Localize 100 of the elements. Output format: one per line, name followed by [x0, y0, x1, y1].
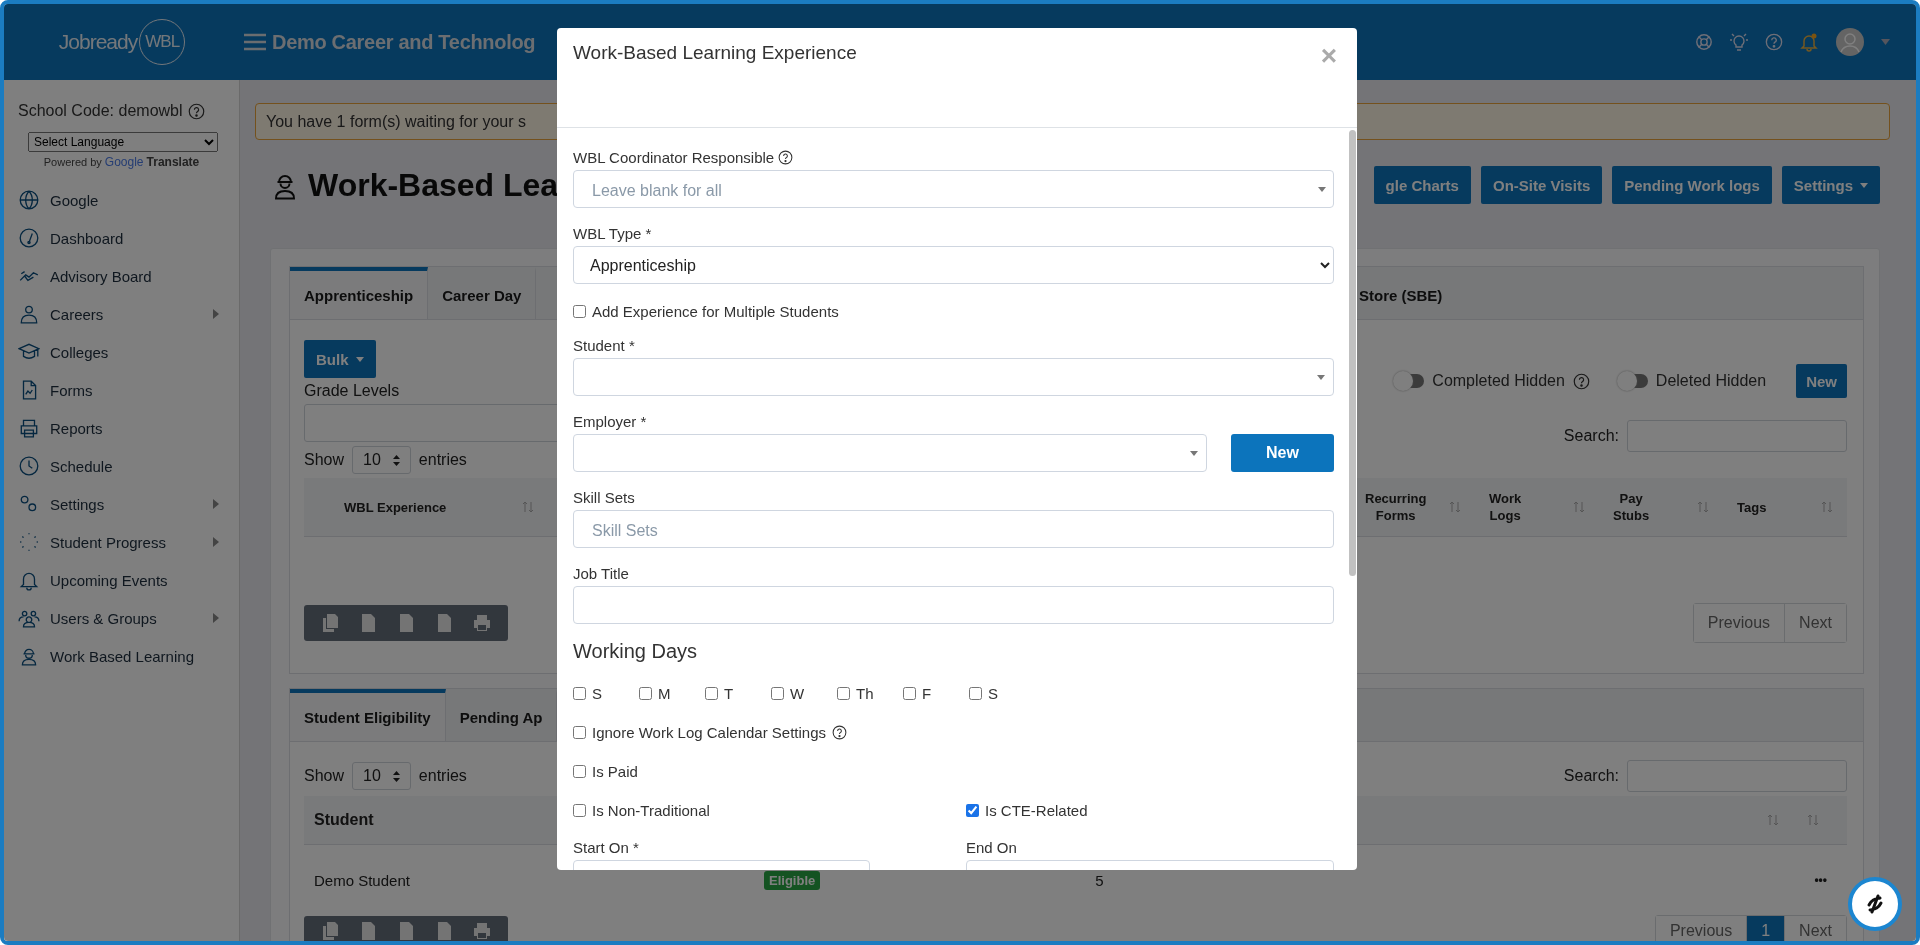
column-header[interactable]: Pay Stubs: [1613, 490, 1650, 524]
sidebar-item[interactable]: Advisory Board: [18, 257, 225, 295]
sidebar-item[interactable]: Upcoming Events: [18, 561, 225, 599]
action-button[interactable]: Pending Work logs: [1612, 166, 1772, 204]
sort-caret-icon: [392, 454, 400, 466]
checkbox[interactable]: [966, 804, 979, 817]
field-label: WBL Coordinator Responsible: [573, 149, 775, 166]
pdf-file-icon[interactable]: [436, 614, 452, 632]
checkbox[interactable]: [705, 687, 718, 700]
sort-icon[interactable]: [1821, 501, 1833, 513]
sidebar-item[interactable]: Users & Groups: [18, 599, 225, 637]
column-header[interactable]: Recurring Forms: [1365, 490, 1427, 524]
checkbox[interactable]: [903, 687, 916, 700]
bell-icon[interactable]: [1799, 32, 1819, 52]
page-size-select[interactable]: 10: [352, 762, 411, 790]
sidebar-item[interactable]: Colleges: [18, 333, 225, 371]
coordinator-select[interactable]: Leave blank for all: [573, 170, 1334, 208]
toggle-label: Completed Hidden: [1432, 372, 1565, 390]
close-button[interactable]: ×: [1320, 42, 1337, 70]
new-employer-button[interactable]: New: [1231, 434, 1334, 472]
toggle-switch[interactable]: [1396, 374, 1425, 388]
print-icon[interactable]: [474, 922, 490, 940]
copy-icon[interactable]: [322, 922, 338, 940]
column-header[interactable]: Student: [304, 811, 374, 829]
checkbox[interactable]: [771, 687, 784, 700]
sort-icon[interactable]: [1807, 814, 1819, 826]
sidebar-item[interactable]: Settings: [18, 485, 225, 523]
sidebar-item[interactable]: Careers: [18, 295, 225, 333]
checkbox[interactable]: [573, 305, 586, 318]
sidebar-item[interactable]: Dashboard: [18, 219, 225, 257]
caret-icon: [1317, 374, 1325, 380]
sidebar-item[interactable]: Google: [18, 181, 225, 219]
action-button[interactable]: On-Site Visits: [1480, 166, 1603, 204]
checkbox[interactable]: [969, 687, 982, 700]
column-header[interactable]: Tags: [1737, 498, 1767, 516]
checkbox[interactable]: [639, 687, 652, 700]
sort-icon[interactable]: [1449, 501, 1461, 513]
page-size-select[interactable]: 10: [352, 446, 411, 474]
column-header[interactable]: WBL Experience: [344, 499, 447, 515]
pagination-button[interactable]: Next: [1784, 916, 1846, 941]
toggle-switch[interactable]: [1619, 374, 1648, 388]
sidebar-item[interactable]: Forms: [18, 371, 225, 409]
copy-icon[interactable]: [322, 614, 338, 632]
tab[interactable]: Student Eligibility: [290, 689, 446, 741]
sidebar-item[interactable]: Reports: [18, 409, 225, 447]
sort-icon[interactable]: [1767, 814, 1779, 826]
checkbox[interactable]: [837, 687, 850, 700]
logo-text[interactable]: Jobready: [58, 30, 138, 54]
powered-by-text: Powered by: [43, 156, 102, 168]
pagination-button[interactable]: Next: [1784, 604, 1846, 642]
tab[interactable]: Career Day: [428, 267, 537, 319]
person-icon: [18, 303, 40, 325]
sort-icon[interactable]: [522, 501, 534, 513]
avatar-icon[interactable]: [1835, 27, 1865, 57]
checkbox[interactable]: [573, 726, 586, 739]
checkbox-label: Is Paid: [592, 763, 638, 780]
search-field[interactable]: [1627, 760, 1847, 792]
checkbox[interactable]: [573, 804, 586, 817]
bulk-button[interactable]: Bulk: [304, 340, 376, 378]
tab[interactable]: Apprenticeship: [290, 267, 429, 319]
print-icon[interactable]: [474, 614, 490, 632]
language-select[interactable]: Select Language: [28, 132, 218, 152]
wbl-type-select[interactable]: Apprenticeship: [573, 246, 1334, 284]
sidebar-item[interactable]: Schedule: [18, 447, 225, 485]
show-label: Show: [304, 767, 345, 785]
action-button[interactable]: gle Charts: [1373, 166, 1471, 204]
csv-file-icon[interactable]: [398, 922, 414, 940]
search-field[interactable]: [1627, 420, 1847, 452]
checkbox[interactable]: [573, 765, 586, 778]
pagination-button[interactable]: 1: [1746, 916, 1785, 941]
field-label: WBL Type *: [573, 225, 652, 242]
student-select[interactable]: [573, 358, 1334, 396]
excel-file-icon[interactable]: [360, 922, 376, 940]
pdf-file-icon[interactable]: [436, 922, 452, 940]
job-title-field[interactable]: [573, 586, 1334, 624]
menu-icon[interactable]: [244, 33, 266, 51]
csv-file-icon[interactable]: [398, 614, 414, 632]
sidebar-item[interactable]: Student Progress: [18, 523, 225, 561]
sort-caret-icon: [392, 770, 400, 782]
sort-icon[interactable]: [1573, 501, 1585, 513]
lifebuoy-icon[interactable]: [1695, 33, 1713, 51]
sidebar-item[interactable]: Work Based Learning: [18, 637, 225, 675]
sort-icon[interactable]: [1697, 501, 1709, 513]
checkbox-label: Ignore Work Log Calendar Settings: [592, 724, 827, 741]
more-button[interactable]: •••: [1814, 873, 1827, 887]
checkbox[interactable]: [573, 687, 586, 700]
action-button[interactable]: Settings: [1781, 166, 1880, 204]
help-icon[interactable]: [832, 725, 848, 740]
table-cell-text: Demo Student: [313, 871, 411, 889]
excel-file-icon[interactable]: [360, 614, 376, 632]
column-header[interactable]: Work Logs: [1489, 490, 1522, 524]
new-button[interactable]: New: [1796, 364, 1847, 398]
scrollbar[interactable]: [1349, 130, 1356, 576]
help-icon[interactable]: [778, 150, 794, 165]
lightbulb-icon[interactable]: [1729, 32, 1749, 52]
globe-icon: [18, 189, 40, 211]
caret-icon[interactable]: [1881, 39, 1890, 45]
google-logo: Google: [104, 155, 144, 169]
skill-sets-field[interactable]: Skill Sets: [573, 510, 1334, 548]
checkbox-label: Is CTE-Related: [985, 802, 1088, 819]
